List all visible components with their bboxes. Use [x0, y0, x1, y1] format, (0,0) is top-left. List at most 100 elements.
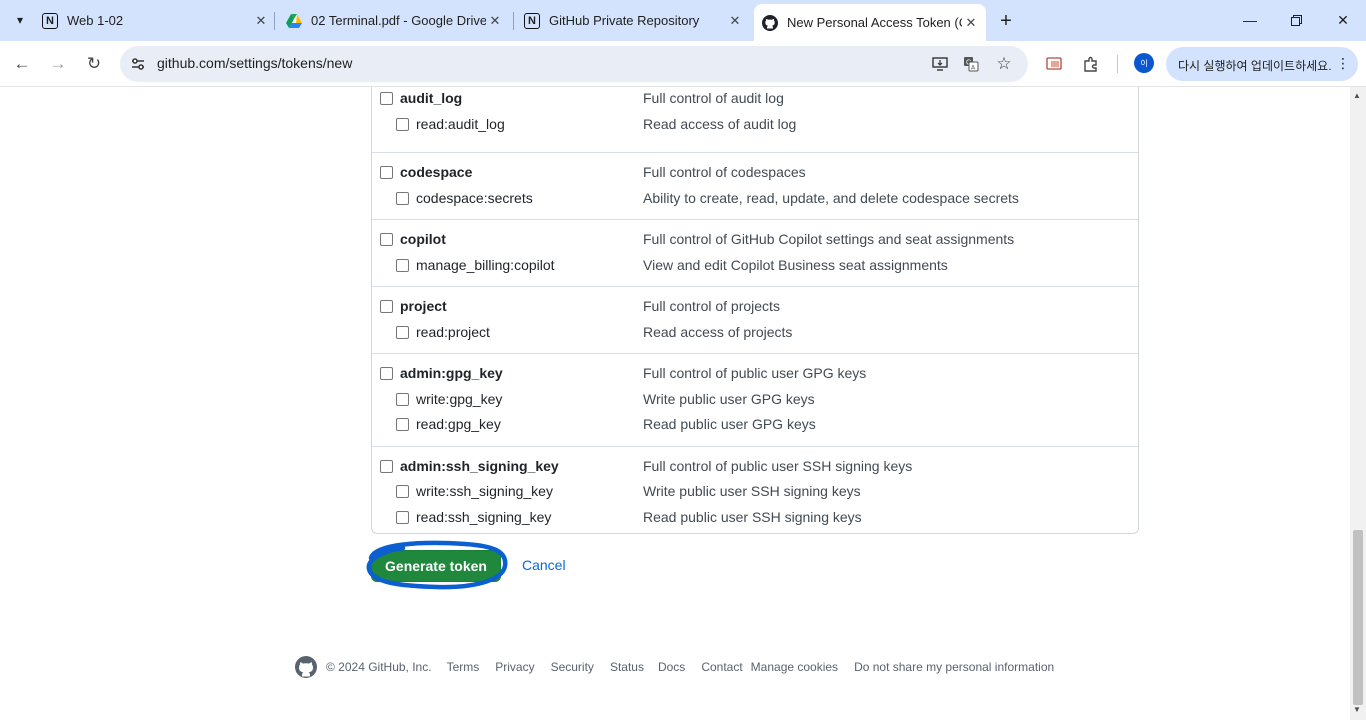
close-icon[interactable]: ✕: [252, 12, 270, 30]
scope-checkbox[interactable]: [380, 166, 393, 179]
footer-link[interactable]: Privacy: [495, 660, 534, 674]
site-info-icon[interactable]: [129, 55, 147, 73]
translate-icon[interactable]: GA: [961, 55, 981, 73]
sub-scope-row: write:ssh_signing_key Write public user S…: [372, 481, 1138, 503]
scope-name: write:ssh_signing_key: [416, 483, 553, 499]
scope-checkbox[interactable]: [396, 510, 409, 524]
tab-search-chevron-icon[interactable]: ▾: [6, 7, 34, 33]
footer-link[interactable]: Status: [610, 660, 644, 674]
scope-checkbox[interactable]: [380, 459, 393, 473]
tab-title: Web 1-02: [67, 13, 124, 28]
scope-description: View and edit Copilot Business seat assi…: [643, 256, 948, 273]
close-icon[interactable]: ✕: [486, 12, 504, 30]
scope-checkbox[interactable]: [396, 117, 409, 131]
scope-checkbox[interactable]: [380, 92, 393, 105]
scope-name: codespace:secrets: [416, 189, 533, 206]
extensions-puzzle-icon[interactable]: [1080, 53, 1102, 75]
tab-terminal-pdf[interactable]: 02 Terminal.pdf - Google Drive ✕: [286, 6, 504, 35]
scope-name: audit_log: [400, 90, 463, 106]
scope-description: Write public user SSH signing keys: [643, 483, 861, 499]
minimize-icon[interactable]: —: [1238, 9, 1262, 31]
back-arrow-icon[interactable]: ←: [9, 51, 35, 77]
notion-icon: N: [42, 12, 58, 29]
update-button[interactable]: 다시 실행하여 업데이트하세요. ⋮: [1166, 47, 1358, 81]
scope-group: audit_log Full control of audit log read:a…: [372, 87, 1138, 153]
scope-checkbox[interactable]: [380, 233, 393, 246]
scope-name: admin:gpg_key: [400, 365, 503, 381]
close-icon[interactable]: ✕: [726, 12, 744, 30]
scope-checkbox[interactable]: [396, 191, 409, 205]
window-close-icon[interactable]: ✕: [1331, 9, 1355, 31]
scroll-up-arrow-icon[interactable]: ▲: [1353, 91, 1361, 100]
update-label: 다시 실행하여 업데이트하세요.: [1178, 59, 1332, 73]
footer-link[interactable]: Do not share my personal information: [854, 660, 1054, 674]
vertical-scrollbar[interactable]: ▲ ▼: [1350, 87, 1366, 720]
profile-avatar[interactable]: 이: [1134, 53, 1154, 73]
scope-description: Full control of public user GPG keys: [643, 365, 867, 381]
scope-name: manage_billing:copilot: [416, 256, 555, 273]
github-icon: [762, 14, 778, 31]
tab-separator: [513, 12, 514, 30]
close-icon[interactable]: ✕: [962, 14, 980, 32]
sub-scope-row: read:gpg_key Read public user GPG keys: [372, 414, 1138, 436]
footer-link[interactable]: Docs: [658, 660, 685, 674]
scope-row: codespace Full control of codespaces: [372, 162, 1138, 184]
sub-scope-row: write:gpg_key Write public user GPG keys: [372, 389, 1138, 411]
scope-description: Read public user SSH signing keys: [643, 508, 862, 525]
tab-separator: [274, 12, 275, 30]
scope-checkbox[interactable]: [396, 392, 409, 406]
scope-group: codespace Full control of codespaces codes…: [372, 153, 1138, 220]
scope-name: admin:ssh_signing_key: [400, 457, 559, 474]
tab-strip: ▾ N Web 1-02 ✕ 02 Terminal.pdf - Google …: [0, 0, 1366, 41]
scope-description: Full control of audit log: [643, 90, 784, 106]
scope-checkbox[interactable]: [396, 258, 409, 272]
scroll-down-arrow-icon[interactable]: ▼: [1353, 705, 1361, 714]
page-content: audit_log Full control of audit log read:a…: [0, 87, 1350, 720]
scope-checkbox[interactable]: [396, 485, 409, 498]
tab-web-1-02[interactable]: N Web 1-02 ✕: [42, 6, 270, 35]
address-bar[interactable]: github.com/settings/tokens/new GA ☆: [120, 46, 1028, 82]
google-drive-icon: [286, 13, 302, 29]
sub-scope-row: read:ssh_signing_key Read public user SSH…: [372, 507, 1138, 529]
footer-link[interactable]: Contact: [701, 660, 742, 674]
profile-initial: 이: [1140, 58, 1148, 68]
new-tab-plus-icon[interactable]: +: [995, 10, 1017, 32]
page-footer: © 2024 GitHub, Inc. Terms Privacy Security…: [294, 655, 1054, 679]
forward-arrow-icon[interactable]: →: [45, 51, 71, 77]
scope-row: admin:ssh_signing_key Full control of pub…: [372, 456, 1138, 478]
github-logo-icon[interactable]: [294, 655, 318, 679]
scope-description: Read access of audit log: [643, 115, 797, 132]
scrollbar-thumb[interactable]: [1353, 530, 1363, 705]
scope-row: project Full control of projects: [372, 296, 1138, 318]
scope-description: Full control of public user SSH signing …: [643, 457, 913, 474]
scope-name: project: [400, 298, 447, 314]
scope-row: copilot Full control of GitHub Copilot se…: [372, 229, 1138, 251]
tab-github-private-repo[interactable]: N GitHub Private Repository ✕: [524, 6, 744, 35]
scope-row: audit_log Full control of audit log: [372, 88, 1138, 110]
scope-checkbox[interactable]: [396, 418, 409, 431]
scope-checkbox[interactable]: [380, 367, 393, 380]
scope-name: read:ssh_signing_key: [416, 508, 552, 525]
scope-name: read:project: [416, 323, 490, 340]
reload-icon[interactable]: ↻: [81, 51, 107, 77]
cancel-link[interactable]: Cancel: [522, 557, 566, 573]
scope-name: read:gpg_key: [416, 416, 501, 432]
url-text[interactable]: github.com/settings/tokens/new: [157, 55, 352, 71]
cast-icon[interactable]: [1043, 53, 1065, 75]
browser-toolbar: ← → ↻ github.com/settings/tokens/new GA …: [0, 41, 1366, 87]
tab-title: 02 Terminal.pdf - Google Drive: [311, 13, 486, 28]
footer-link[interactable]: Manage cookies: [751, 660, 838, 674]
install-app-icon[interactable]: [930, 55, 950, 73]
scope-name: copilot: [400, 231, 446, 247]
restore-icon[interactable]: [1284, 9, 1308, 31]
notion-icon: N: [524, 12, 540, 29]
scope-checkbox[interactable]: [396, 325, 409, 339]
footer-link[interactable]: Terms: [447, 660, 480, 674]
footer-copyright: © 2024 GitHub, Inc.: [326, 660, 432, 674]
scope-group: project Full control of projects read:proj…: [372, 287, 1138, 354]
footer-link[interactable]: Security: [551, 660, 594, 674]
more-menu-icon[interactable]: ⋮: [1336, 55, 1350, 72]
scope-checkbox[interactable]: [380, 300, 393, 313]
bookmark-star-icon[interactable]: ☆: [994, 54, 1014, 73]
tab-new-personal-access-token[interactable]: New Personal Access Token (Classic) ✕: [754, 4, 986, 41]
